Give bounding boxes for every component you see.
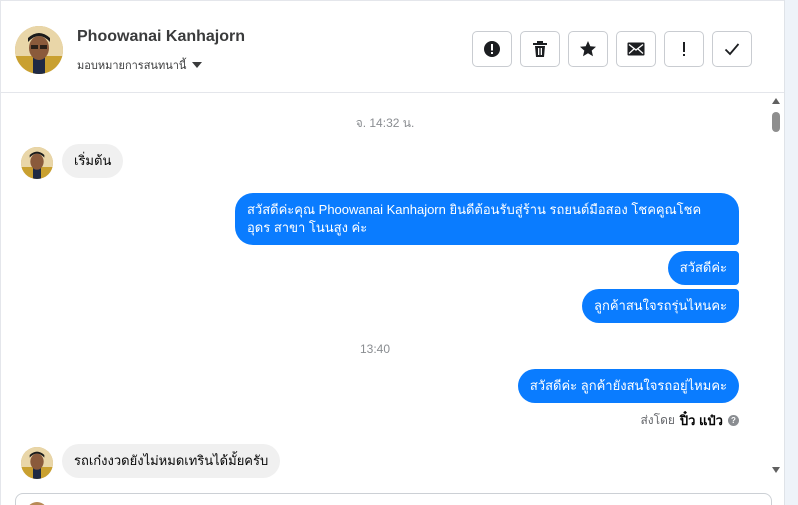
delete-button[interactable] <box>520 31 560 67</box>
sent-by-info: ส่งโดย ปิ๋ว แป๋ว ? <box>640 410 739 431</box>
contact-name[interactable]: Phoowanai Kanhajorn <box>77 28 245 46</box>
incoming-message[interactable]: รถเก๋งงวดยังไม่หมดเทรินได้มั้ยครับ <box>62 444 281 478</box>
exclamation-icon <box>681 41 687 57</box>
mark-done-button[interactable] <box>712 31 752 67</box>
chevron-down-icon <box>192 62 203 68</box>
right-panel-edge <box>784 0 798 505</box>
sent-by-label: ส่งโดย <box>640 413 675 427</box>
scroll-down-arrow-icon[interactable] <box>772 467 780 473</box>
contact-avatar[interactable] <box>21 147 53 179</box>
conversation-actions <box>472 31 752 67</box>
alert-circle-icon <box>483 40 501 58</box>
assign-label: มอบหมายการสนทนานี้ <box>77 60 187 72</box>
outgoing-message[interactable]: สวัสดีค่ะ ลูกค้ายังสนใจรถอยู่ไหมคะ <box>517 369 739 403</box>
assign-conversation-dropdown[interactable]: มอบหมายการสนทนานี้ <box>77 56 203 74</box>
outgoing-message[interactable]: สวัสดีค่ะคุณ Phoowanai Kanhajorn ยินดีต้… <box>235 193 739 245</box>
help-icon[interactable]: ? <box>728 415 739 426</box>
envelope-icon <box>627 42 645 56</box>
outgoing-message[interactable]: สวัสดีค่ะ <box>667 251 739 285</box>
outgoing-message[interactable]: ลูกค้าสนใจรถรุ่นไหนคะ <box>581 289 739 323</box>
trash-icon <box>532 40 548 58</box>
contact-avatar[interactable] <box>15 26 63 74</box>
message-composer[interactable] <box>15 493 772 505</box>
mark-unread-button[interactable] <box>616 31 656 67</box>
timestamp: 13:40 <box>359 342 391 356</box>
contact-avatar[interactable] <box>21 447 53 479</box>
incoming-message[interactable]: เริ่มต้น <box>62 144 124 178</box>
message-list-scrollbar[interactable] <box>769 94 784 484</box>
scrollbar-thumb[interactable] <box>772 112 780 132</box>
check-icon <box>724 42 740 56</box>
star-button[interactable] <box>568 31 608 67</box>
scroll-up-arrow-icon[interactable] <box>772 98 780 104</box>
spam-button[interactable] <box>472 31 512 67</box>
star-icon <box>579 40 597 58</box>
sent-by-name: ปิ๋ว แป๋ว <box>679 413 723 428</box>
message-list[interactable]: จ. 14:32 น. เริ่มต้น สวัสดีค่ะคุณ Phoowa… <box>1 94 769 484</box>
conversation-panel: Phoowanai Kanhajorn มอบหมายการสนทนานี้ จ… <box>0 0 784 505</box>
follow-up-button[interactable] <box>664 31 704 67</box>
conversation-header: Phoowanai Kanhajorn มอบหมายการสนทนานี้ <box>1 1 784 93</box>
timestamp: จ. 14:32 น. <box>355 116 415 130</box>
